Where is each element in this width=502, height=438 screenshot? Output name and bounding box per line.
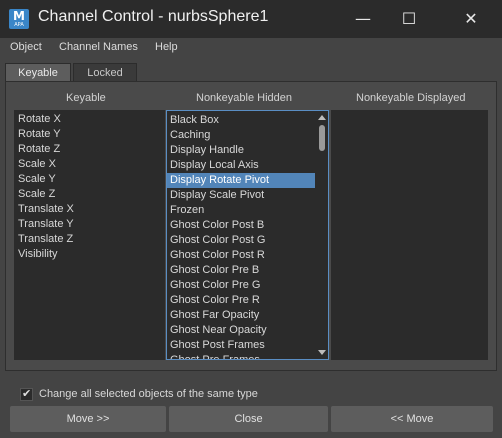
scroll-thumb[interactable] [319, 125, 325, 151]
keyable-channel-item[interactable]: Rotate Z [14, 142, 165, 157]
checkmark-icon: ✔ [22, 387, 32, 400]
menu-help[interactable]: Help [155, 41, 178, 53]
nonkeyable-hidden-column-header: Nonkeyable Hidden [196, 92, 293, 104]
tab-locked[interactable]: Locked [73, 63, 137, 82]
close-button[interactable]: Close [169, 406, 328, 432]
move-right-button[interactable]: Move >> [10, 406, 166, 432]
nonkeyable-displayed-column-header: Nonkeyable Displayed [356, 92, 466, 104]
nonkeyable-hidden-list[interactable]: Black Box Caching Display Handle Display Lo… [166, 110, 329, 360]
hidden-channel-item[interactable]: Display Handle [167, 143, 315, 158]
hidden-channel-item[interactable]: Ghost Pre Frames [167, 353, 315, 359]
keyable-channel-item[interactable]: Rotate Y [14, 127, 165, 142]
move-left-button[interactable]: << Move [331, 406, 493, 432]
window-title: Channel Control - nurbsSphere1 [38, 8, 269, 25]
keyable-channel-item[interactable]: Scale Y [14, 172, 165, 187]
keyable-channel-item[interactable]: Rotate X [14, 112, 165, 127]
hidden-channel-item[interactable]: Ghost Color Post G [167, 233, 315, 248]
hidden-channel-item[interactable]: Black Box [167, 113, 315, 128]
hidden-channel-item[interactable]: Display Local Axis [167, 158, 315, 173]
maximize-button[interactable]: ☐ [386, 0, 432, 38]
keyable-channel-item[interactable]: Scale Z [14, 187, 165, 202]
change-all-checkbox[interactable]: ✔ [20, 387, 33, 401]
window-close-button[interactable]: ✕ [448, 0, 494, 38]
keyable-column-header: Keyable [66, 92, 106, 104]
keyable-channel-item[interactable]: Visibility [14, 247, 165, 262]
keyable-channel-item[interactable]: Translate Y [14, 217, 165, 232]
menu-channel-names[interactable]: Channel Names [59, 41, 138, 53]
hidden-channel-item[interactable]: Ghost Color Pre R [167, 293, 315, 308]
hidden-channel-item[interactable]: Caching [167, 128, 315, 143]
hidden-channel-item[interactable]: Ghost Far Opacity [167, 308, 315, 323]
keyable-channel-item[interactable]: Scale X [14, 157, 165, 172]
hidden-channel-item[interactable]: Ghost Color Post B [167, 218, 315, 233]
menu-bar: Object Channel Names Help [0, 38, 502, 60]
keyable-channel-item[interactable]: Translate X [14, 202, 165, 217]
minimize-button[interactable]: — [340, 0, 386, 38]
nonkeyable-displayed-list[interactable] [331, 110, 488, 360]
change-all-label: Change all selected objects of the same … [39, 388, 258, 400]
scroll-up-arrow-icon[interactable] [318, 115, 326, 120]
menu-object[interactable]: Object [10, 41, 42, 53]
hidden-channel-item[interactable]: Ghost Near Opacity [167, 323, 315, 338]
hidden-channel-item[interactable]: Ghost Color Post R [167, 248, 315, 263]
hidden-channel-item[interactable]: Frozen [167, 203, 315, 218]
hidden-channel-item[interactable]: Display Rotate Pivot [167, 173, 315, 188]
hidden-channel-item[interactable]: Display Scale Pivot [167, 188, 315, 203]
maya-app-icon: M APA [9, 9, 29, 29]
title-bar: M APA Channel Control - nurbsSphere1 — ☐ … [0, 0, 502, 38]
hidden-list-scrollbar[interactable] [315, 111, 328, 359]
keyable-channel-item[interactable]: Translate Z [14, 232, 165, 247]
scroll-down-arrow-icon[interactable] [318, 350, 326, 355]
tab-keyable[interactable]: Keyable [5, 63, 71, 82]
hidden-channel-item[interactable]: Ghost Color Pre G [167, 278, 315, 293]
keyable-list[interactable]: Rotate X Rotate Y Rotate Z Scale X Scale Y Sc… [14, 110, 165, 360]
hidden-channel-item[interactable]: Ghost Post Frames [167, 338, 315, 353]
hidden-channel-item[interactable]: Ghost Color Pre B [167, 263, 315, 278]
